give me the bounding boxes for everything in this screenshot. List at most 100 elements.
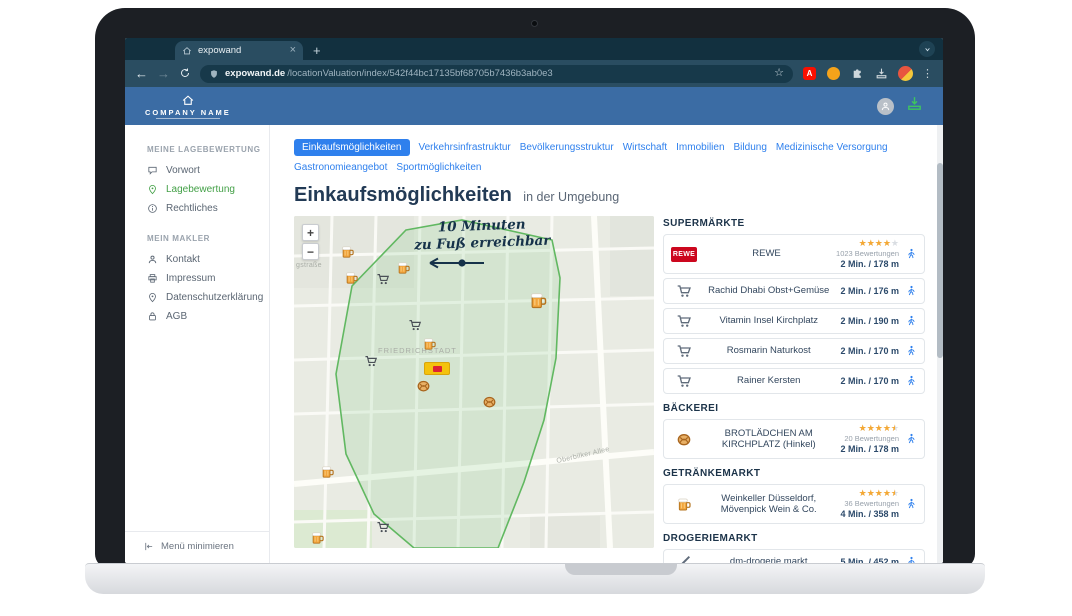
sidebar-item-rechtliches[interactable]: Rechtliches <box>125 199 269 218</box>
sidebar-item-label: Vorwort <box>166 165 200 176</box>
cart-icon[interactable] <box>364 354 378 368</box>
sidebar-item-agb[interactable]: AGB <box>125 307 269 326</box>
tab-verkehrsinfrastruktur[interactable]: Verkehrsinfrastruktur <box>419 142 511 153</box>
address-bar[interactable]: expowand.de /locationValuation/index/542… <box>200 65 793 83</box>
reviews-count: 36 Bewertungen <box>844 499 899 508</box>
sidebar-section-title: MEINE LAGEBEWERTUNG <box>125 145 269 161</box>
laptop-camera <box>531 20 538 27</box>
cart-icon[interactable] <box>408 318 422 332</box>
result-row[interactable]: Weinkeller Düsseldorf, Mövenpick Wein & … <box>663 484 925 524</box>
url-path: /locationValuation/index/542f44bc17135bf… <box>287 68 768 79</box>
distance: 2 Min. / 190 m <box>840 316 899 326</box>
store-name: REWE <box>703 248 830 259</box>
section-header-supermaerkte: SUPERMÄRKTE <box>663 218 925 229</box>
sidebar-item-label: Datenschutzerklärung <box>166 292 263 303</box>
cart-icon[interactable] <box>376 272 390 286</box>
site-header: COMPANY NAME <box>125 87 943 125</box>
downloads-button[interactable] <box>874 66 889 81</box>
tab-medizinische-versorgung[interactable]: Medizinische Versorgung <box>776 142 888 153</box>
beer-icon[interactable] <box>340 244 355 259</box>
zoom-in-button[interactable]: + <box>302 224 319 241</box>
result-row[interactable]: Rosmarin Naturkost 2 Min. / 170 m <box>663 338 925 364</box>
walking-icon <box>905 344 917 358</box>
result-row[interactable]: Vitamin Insel Kirchplatz 2 Min. / 190 m <box>663 308 925 334</box>
beer-icon[interactable] <box>528 290 548 310</box>
result-row[interactable]: BROTLÄDCHEN AM KIRCHPLATZ (Hinkel) ★★★★★… <box>663 419 925 459</box>
user-avatar[interactable] <box>877 98 894 115</box>
sidebar-item-vorwort[interactable]: Vorwort <box>125 161 269 180</box>
bookmark-star-icon[interactable]: ☆ <box>774 68 784 79</box>
pretzel-icon[interactable] <box>416 378 431 393</box>
acrobat-extension-icon[interactable]: A <box>802 66 817 81</box>
cart-icon[interactable] <box>376 520 390 534</box>
tab-sportmoeglichkeiten[interactable]: Sportmöglichkeiten <box>396 162 481 173</box>
site-body: MEINE LAGEBEWERTUNG Vorwort Lagebewertun… <box>125 125 943 563</box>
tab-gastronomieangebot[interactable]: Gastronomieangebot <box>294 162 387 173</box>
sidebar-item-label: Impressum <box>166 273 215 284</box>
sidebar: MEINE LAGEBEWERTUNG Vorwort Lagebewertun… <box>125 125 270 563</box>
forward-button[interactable]: → <box>157 67 170 80</box>
minimize-menu-button[interactable]: Menü minimieren <box>125 531 269 563</box>
extensions-puzzle-icon[interactable] <box>850 66 865 81</box>
browser-profile-avatar[interactable] <box>898 66 913 81</box>
page-scrollbar[interactable] <box>937 125 943 563</box>
store-name: BROTLÄDCHEN AM KIRCHPLATZ (Hinkel) <box>703 428 834 451</box>
pretzel-icon[interactable] <box>482 394 497 409</box>
beer-icon[interactable] <box>310 530 325 545</box>
report-download-button[interactable] <box>906 95 923 117</box>
rating-stars: ★★★★★★★★★★ <box>859 424 899 433</box>
shield-icon <box>147 292 158 303</box>
tab-search-chevron-button[interactable] <box>919 41 935 57</box>
lock-icon <box>147 311 158 322</box>
sidebar-item-kontakt[interactable]: Kontakt <box>125 250 269 269</box>
cart-icon <box>676 343 692 359</box>
results-panel: SUPERMÄRKTE REWE REWE ★★★★★★★★★★ 1023 Be… <box>663 216 925 563</box>
tab-einkaufsmoeglichkeiten[interactable]: Einkaufsmöglichkeiten <box>294 139 410 156</box>
site-security-icon[interactable] <box>209 69 219 79</box>
tab-bildung[interactable]: Bildung <box>734 142 767 153</box>
browser-tab[interactable]: expowand × <box>175 41 303 60</box>
store-marker[interactable] <box>424 362 450 375</box>
beer-icon[interactable] <box>344 270 359 285</box>
map-container[interactable]: + − 10 Minuten zu Fuß erreichbar F <box>294 216 654 548</box>
sidebar-item-impressum[interactable]: Impressum <box>125 269 269 288</box>
reload-button[interactable] <box>179 67 191 81</box>
download-icon <box>875 67 888 80</box>
tab-wirtschaft[interactable]: Wirtschaft <box>623 142 667 153</box>
page-subtitle: in der Umgebung <box>523 190 619 204</box>
result-row[interactable]: Rainer Kersten 2 Min. / 170 m <box>663 368 925 394</box>
browser-menu-icon[interactable]: ⋮ <box>922 67 933 80</box>
beer-icon[interactable] <box>422 336 437 351</box>
map-zoom-controls: + − <box>302 224 319 260</box>
sidebar-item-label: Kontakt <box>166 254 200 265</box>
distance: 2 Min. / 170 m <box>840 346 899 356</box>
close-tab-icon[interactable]: × <box>290 45 296 56</box>
person-icon <box>147 254 158 265</box>
reload-icon <box>179 67 191 79</box>
result-row[interactable]: Rachid Dhabi Obst+Gemüse 2 Min. / 176 m <box>663 278 925 304</box>
scrollbar-thumb[interactable] <box>937 163 943 358</box>
browser-toolbar: ← → expowand.de /locationValuation/index… <box>125 60 943 87</box>
main-content: Einkaufsmöglichkeiten Verkehrsinfrastruk… <box>270 125 943 563</box>
site-logo[interactable]: COMPANY NAME <box>145 94 231 119</box>
zoom-out-button[interactable]: − <box>302 243 319 260</box>
tab-immobilien[interactable]: Immobilien <box>676 142 724 153</box>
map-annotation: 10 Minuten zu Fuß erreichbar <box>401 216 562 255</box>
rating-stars: ★★★★★★★★★★ <box>859 489 899 498</box>
speech-bubble-icon <box>147 165 158 176</box>
walking-icon <box>905 497 917 511</box>
category-tabs: Einkaufsmöglichkeiten Verkehrsinfrastruk… <box>294 139 925 173</box>
sidebar-item-datenschutz[interactable]: Datenschutzerklärung <box>125 288 269 307</box>
person-icon <box>880 101 891 112</box>
new-tab-button[interactable]: + <box>313 41 321 60</box>
result-row-rewe[interactable]: REWE REWE ★★★★★★★★★★ 1023 Bewertungen 2 … <box>663 234 925 274</box>
annotation-arrow-icon <box>420 255 492 271</box>
back-button[interactable]: ← <box>135 67 148 80</box>
beer-icon[interactable] <box>396 260 411 275</box>
url-domain: expowand.de <box>225 68 285 79</box>
sidebar-item-lagebewertung[interactable]: Lagebewertung <box>125 180 269 199</box>
tab-bevoelkerungsstruktur[interactable]: Bevölkerungsstruktur <box>520 142 614 153</box>
result-row[interactable]: dm-drogerie markt 5 Min. / 452 m <box>663 549 925 563</box>
extension-icon[interactable] <box>826 66 841 81</box>
beer-icon[interactable] <box>320 464 335 479</box>
